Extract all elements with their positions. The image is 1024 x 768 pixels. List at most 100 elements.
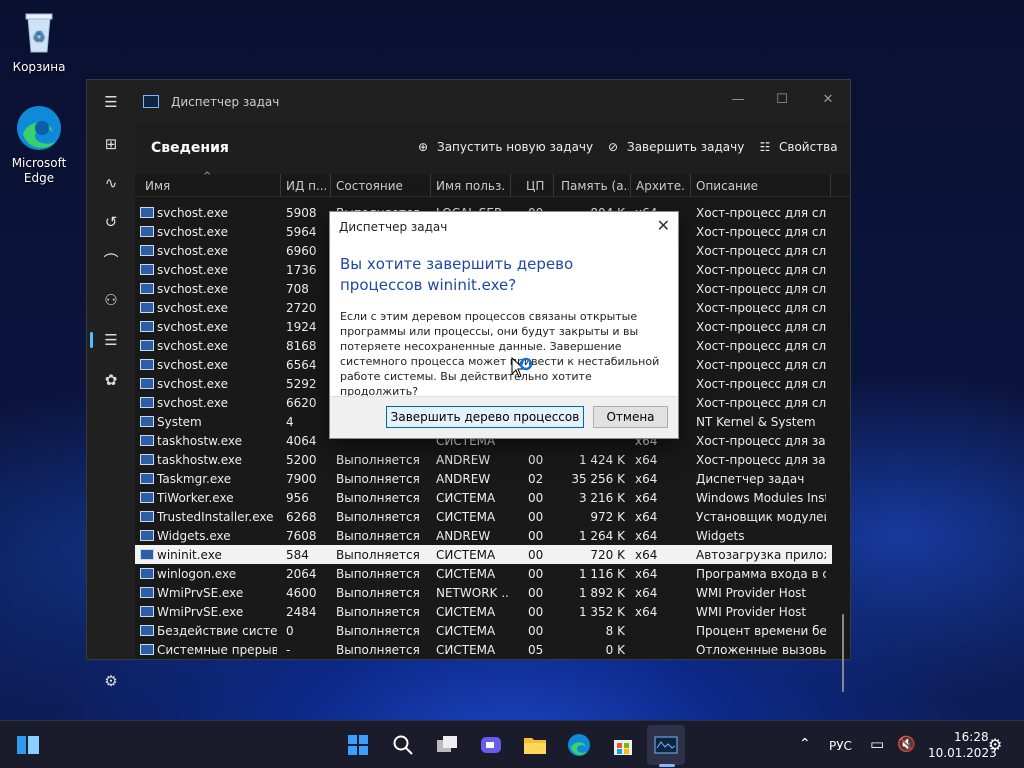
- end-task-icon: ⊘: [607, 140, 619, 154]
- process-icon: [140, 587, 154, 598]
- network-icon[interactable]: ▭: [870, 735, 884, 753]
- processes-icon[interactable]: ⊞: [99, 132, 123, 156]
- table-row[interactable]: TiWorker.exe 956 Выполняется СИСТЕМА 00 3 216…: [135, 488, 832, 507]
- details-icon[interactable]: ☰: [99, 328, 123, 352]
- cell-status: Выполняется: [336, 605, 420, 619]
- performance-icon[interactable]: ∿: [99, 171, 123, 195]
- run-new-task-button[interactable]: ⊕ Запустить новую задачу: [415, 140, 593, 154]
- cell-pid: 5908: [286, 206, 317, 220]
- cell-cpu: 00: [528, 586, 544, 600]
- table-row[interactable]: wininit.exe 584 Выполняется СИСТЕМА 00 720 K x…: [135, 545, 832, 564]
- cell-user: NETWORK ...: [436, 586, 508, 600]
- users-icon[interactable]: ⚇: [99, 288, 123, 312]
- cell-pid: -: [286, 643, 291, 657]
- file-explorer-icon[interactable]: [522, 733, 548, 757]
- table-row[interactable]: taskhostw.exe 5200 Выполняется ANDREW 00 1 42…: [135, 450, 832, 469]
- cell-user: СИСТЕМА: [436, 567, 496, 581]
- cell-pid: 6960: [286, 244, 317, 258]
- task-manager-taskbar-icon[interactable]: [653, 733, 679, 757]
- cell-name: svchost.exe: [157, 339, 228, 353]
- cell-user: СИСТЕМА: [436, 624, 496, 638]
- cell-arch: x64: [635, 567, 658, 581]
- scrollbar[interactable]: [842, 614, 844, 692]
- cell-desc: WMI Provider Host: [696, 586, 807, 600]
- app-history-icon[interactable]: ↺: [99, 210, 123, 234]
- services-icon[interactable]: ✿: [99, 368, 123, 392]
- cell-mem: 8 K: [605, 624, 625, 638]
- maximize-button[interactable]: ☐: [759, 86, 805, 114]
- cell-arch: x64: [635, 453, 658, 467]
- store-icon[interactable]: [610, 733, 636, 757]
- cell-desc: Процент времени без...: [696, 624, 826, 638]
- col-pid[interactable]: ИД п...: [286, 179, 326, 193]
- end-task-button[interactable]: ⊘ Завершить задачу: [605, 140, 744, 154]
- process-icon: [140, 264, 154, 275]
- cell-status: Выполняется: [336, 586, 420, 600]
- cell-pid: 956: [286, 491, 309, 505]
- cell-mem: 1 116 K: [578, 567, 625, 581]
- clock-date[interactable]: 10.01.2023: [928, 746, 997, 760]
- edge-label: Microsoft Edge: [11, 156, 67, 185]
- process-icon: [140, 530, 154, 541]
- end-process-tree-button[interactable]: Завершить дерево процессов: [386, 406, 584, 428]
- add-task-icon: ⊕: [417, 140, 429, 154]
- startup-apps-icon[interactable]: ⌒: [99, 249, 123, 273]
- cell-desc: Хост-процесс для зада...: [696, 453, 826, 467]
- cell-pid: 2484: [286, 605, 317, 619]
- process-icon: [140, 568, 154, 579]
- desktop-icon-edge[interactable]: Microsoft Edge: [0, 104, 78, 186]
- process-icon: [140, 454, 154, 465]
- cell-user: СИСТЕМА: [436, 491, 496, 505]
- process-icon: [140, 416, 154, 427]
- start-button-icon[interactable]: [345, 733, 371, 757]
- col-status[interactable]: Состояние: [336, 179, 426, 193]
- chat-icon[interactable]: [478, 733, 504, 757]
- table-row[interactable]: TrustedInstaller.exe 6268 Выполняется СИСТЕ…: [135, 507, 832, 526]
- title-bar: ☰ Диспетчер задач — ☐ ✕: [87, 80, 850, 124]
- table-row[interactable]: Widgets.exe 7608 Выполняется ANDREW 00 1 264 …: [135, 526, 832, 545]
- table-row[interactable]: Бездействие системы 0 Выполняется СИСТЕМА 00…: [135, 621, 832, 640]
- cell-pid: 2064: [286, 567, 317, 581]
- language-indicator[interactable]: РУС: [829, 739, 852, 753]
- col-user[interactable]: Имя польз...: [436, 179, 506, 193]
- process-icon: [140, 340, 154, 351]
- volume-muted-icon[interactable]: 🔇: [897, 735, 916, 753]
- properties-button[interactable]: ☷ Свойства: [757, 140, 838, 154]
- col-cpu[interactable]: ЦП: [526, 179, 546, 193]
- cancel-button[interactable]: Отмена: [593, 406, 668, 428]
- process-icon: [140, 606, 154, 617]
- table-row[interactable]: Taskmgr.exe 7900 Выполняется ANDREW 02 35 256…: [135, 469, 832, 488]
- minimize-button[interactable]: —: [715, 86, 761, 114]
- cell-user: СИСТЕМА: [436, 548, 496, 562]
- clock-time[interactable]: 16:28: [954, 730, 989, 744]
- widgets-icon[interactable]: [15, 733, 41, 757]
- col-memory[interactable]: Память (а...: [561, 179, 629, 193]
- desktop-icon-recycle-bin[interactable]: ♻ Корзина: [0, 8, 78, 74]
- cell-mem: 720 K: [590, 548, 625, 562]
- edge-taskbar-icon[interactable]: [566, 733, 592, 757]
- cell-pid: 4064: [286, 434, 317, 448]
- col-arch[interactable]: Архите...: [636, 179, 686, 193]
- window-title: Диспетчер задач: [171, 95, 280, 109]
- cell-pid: 0: [286, 624, 294, 638]
- close-window-button[interactable]: ✕: [805, 86, 851, 114]
- sidebar: ⊞ ∿ ↺ ⌒ ⚇ ☰ ✿ ⚙: [87, 124, 135, 690]
- table-row[interactable]: WmiPrvSE.exe 4600 Выполняется NETWORK ... 00…: [135, 583, 832, 602]
- table-row[interactable]: winlogon.exe 2064 Выполняется СИСТЕМА 00 1 11…: [135, 564, 832, 583]
- notifications-icon[interactable]: ⚙: [988, 735, 1002, 754]
- dialog-close-icon[interactable]: ✕: [657, 216, 670, 235]
- cell-name: Системные прерыв...: [157, 643, 277, 657]
- cell-name: taskhostw.exe: [157, 453, 242, 467]
- cell-name: svchost.exe: [157, 206, 228, 220]
- table-row[interactable]: Системные прерыв... - Выполняется СИСТЕМА 05…: [135, 640, 832, 659]
- process-icon: [140, 283, 154, 294]
- cell-name: TiWorker.exe: [157, 491, 234, 505]
- hamburger-menu-icon[interactable]: ☰: [99, 90, 123, 114]
- settings-icon[interactable]: ⚙: [99, 669, 123, 693]
- col-description[interactable]: Описание: [696, 179, 816, 193]
- show-hidden-icons-icon[interactable]: ⌃: [799, 736, 811, 752]
- search-icon[interactable]: [390, 733, 416, 757]
- edge-icon: [15, 104, 63, 152]
- task-view-icon[interactable]: [434, 733, 460, 757]
- table-row[interactable]: WmiPrvSE.exe 2484 Выполняется СИСТЕМА 00 1 35…: [135, 602, 832, 621]
